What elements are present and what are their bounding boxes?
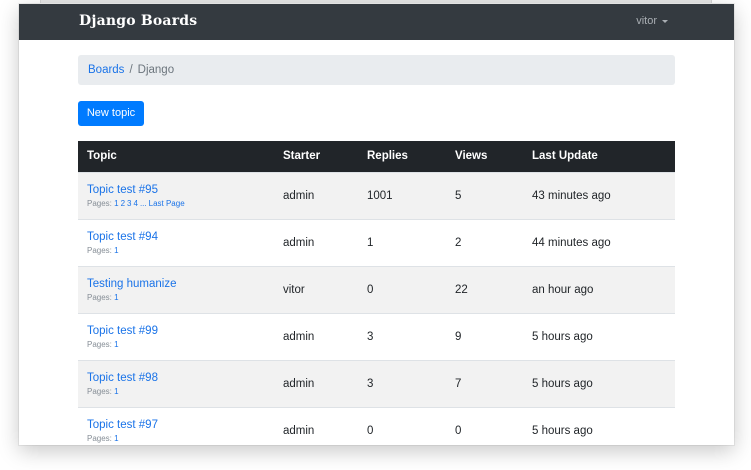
starter-cell: admin — [274, 406, 358, 445]
pages-label: Pages: — [87, 339, 112, 349]
topic-cell: Topic test #99 Pages: 1 — [78, 312, 274, 360]
topic-cell: Testing humanize Pages: 1 — [78, 265, 274, 313]
page-link-4[interactable]: 4 — [134, 199, 138, 208]
views-cell: 5 — [446, 171, 523, 219]
last-page-link[interactable]: Last Page — [149, 199, 185, 208]
topic-cell: Topic test #94 Pages: 1 — [78, 218, 274, 266]
page-link-1[interactable]: 1 — [114, 340, 118, 349]
page-link-1[interactable]: 1 — [114, 387, 118, 396]
views-cell: 7 — [446, 359, 523, 407]
user-name: vitor — [636, 15, 657, 27]
replies-cell: 1001 — [358, 171, 446, 219]
topic-link[interactable]: Testing humanize — [87, 278, 274, 290]
views-cell: 2 — [446, 218, 523, 266]
pagination: Pages: 1 — [87, 434, 274, 443]
table-row: Topic test #99 Pages: 1 admin 3 9 5 hour… — [78, 312, 675, 360]
table-row: Topic test #97 Pages: 1 admin 0 0 5 hour… — [78, 406, 675, 445]
table-row: Testing humanize Pages: 1 vitor 0 22 an … — [78, 265, 675, 313]
header-topic: Topic — [78, 141, 274, 172]
table-row: Topic test #98 Pages: 1 admin 3 7 5 hour… — [78, 359, 675, 407]
pages-ellipsis: ... — [139, 198, 147, 208]
replies-cell: 3 — [358, 312, 446, 360]
table-row: Topic test #94 Pages: 1 admin 1 2 44 min… — [78, 218, 675, 266]
page-link-1[interactable]: 1 — [114, 434, 118, 443]
pages-label: Pages: — [87, 433, 112, 443]
header-starter: Starter — [274, 141, 358, 172]
pagination: Pages: 1 2 3 4... Last Page — [87, 199, 274, 208]
views-cell: 22 — [446, 265, 523, 313]
pagination: Pages: 1 — [87, 246, 274, 255]
replies-cell: 0 — [358, 265, 446, 313]
topic-cell: Topic test #97 Pages: 1 — [78, 406, 274, 445]
page-link-1[interactable]: 1 — [114, 246, 118, 255]
starter-cell: vitor — [274, 265, 358, 313]
starter-cell: admin — [274, 359, 358, 407]
last-update-cell: 5 hours ago — [523, 359, 675, 407]
breadcrumb-boards-link[interactable]: Boards — [88, 64, 124, 76]
page-link-3[interactable]: 3 — [127, 199, 131, 208]
user-menu-dropdown[interactable]: vitor — [636, 15, 668, 27]
last-update-cell: 5 hours ago — [523, 312, 675, 360]
page-link-1[interactable]: 1 — [114, 293, 118, 302]
browser-window: Django Boards vitor Boards / Django New to… — [19, 4, 734, 445]
caret-down-icon — [662, 19, 668, 23]
last-update-cell: an hour ago — [523, 265, 675, 313]
breadcrumb-separator: / — [129, 64, 133, 76]
background-window-edge — [40, 0, 712, 3]
header-views: Views — [446, 141, 523, 172]
last-update-cell: 43 minutes ago — [523, 171, 675, 219]
topics-table: Topic Starter Replies Views Last Update … — [78, 141, 675, 445]
last-update-cell: 5 hours ago — [523, 406, 675, 445]
views-cell: 9 — [446, 312, 523, 360]
topic-link[interactable]: Topic test #99 — [87, 325, 274, 337]
pagination: Pages: 1 — [87, 387, 274, 396]
topic-link[interactable]: Topic test #95 — [87, 184, 274, 196]
table-row: Topic test #95 Pages: 1 2 3 4... Last Page a… — [78, 171, 675, 219]
replies-cell: 3 — [358, 359, 446, 407]
pagination: Pages: 1 — [87, 293, 274, 302]
starter-cell: admin — [274, 312, 358, 360]
page-link-2[interactable]: 2 — [121, 199, 125, 208]
page-link-1[interactable]: 1 — [114, 199, 118, 208]
pages-label: Pages: — [87, 292, 112, 302]
header-replies: Replies — [358, 141, 446, 172]
topic-link[interactable]: Topic test #98 — [87, 372, 274, 384]
replies-cell: 0 — [358, 406, 446, 445]
new-topic-button[interactable]: New topic — [78, 101, 144, 126]
brand-logo[interactable]: Django Boards — [79, 13, 197, 29]
topic-link[interactable]: Topic test #97 — [87, 419, 274, 431]
breadcrumb: Boards / Django — [78, 55, 675, 85]
pages-label: Pages: — [87, 245, 112, 255]
breadcrumb-current: Django — [137, 64, 175, 76]
last-update-cell: 44 minutes ago — [523, 218, 675, 266]
starter-cell: admin — [274, 171, 358, 219]
topic-cell: Topic test #95 Pages: 1 2 3 4... Last Page — [78, 171, 274, 219]
starter-cell: admin — [274, 218, 358, 266]
topic-cell: Topic test #98 Pages: 1 — [78, 359, 274, 407]
views-cell: 0 — [446, 406, 523, 445]
replies-cell: 1 — [358, 218, 446, 266]
topic-link[interactable]: Topic test #94 — [87, 231, 274, 243]
pagination: Pages: 1 — [87, 340, 274, 349]
pages-label: Pages: — [87, 386, 112, 396]
header-last-update: Last Update — [523, 141, 675, 172]
table-header-row: Topic Starter Replies Views Last Update — [78, 141, 675, 172]
navbar: Django Boards vitor — [19, 4, 734, 40]
pages-label: Pages: — [87, 198, 112, 208]
